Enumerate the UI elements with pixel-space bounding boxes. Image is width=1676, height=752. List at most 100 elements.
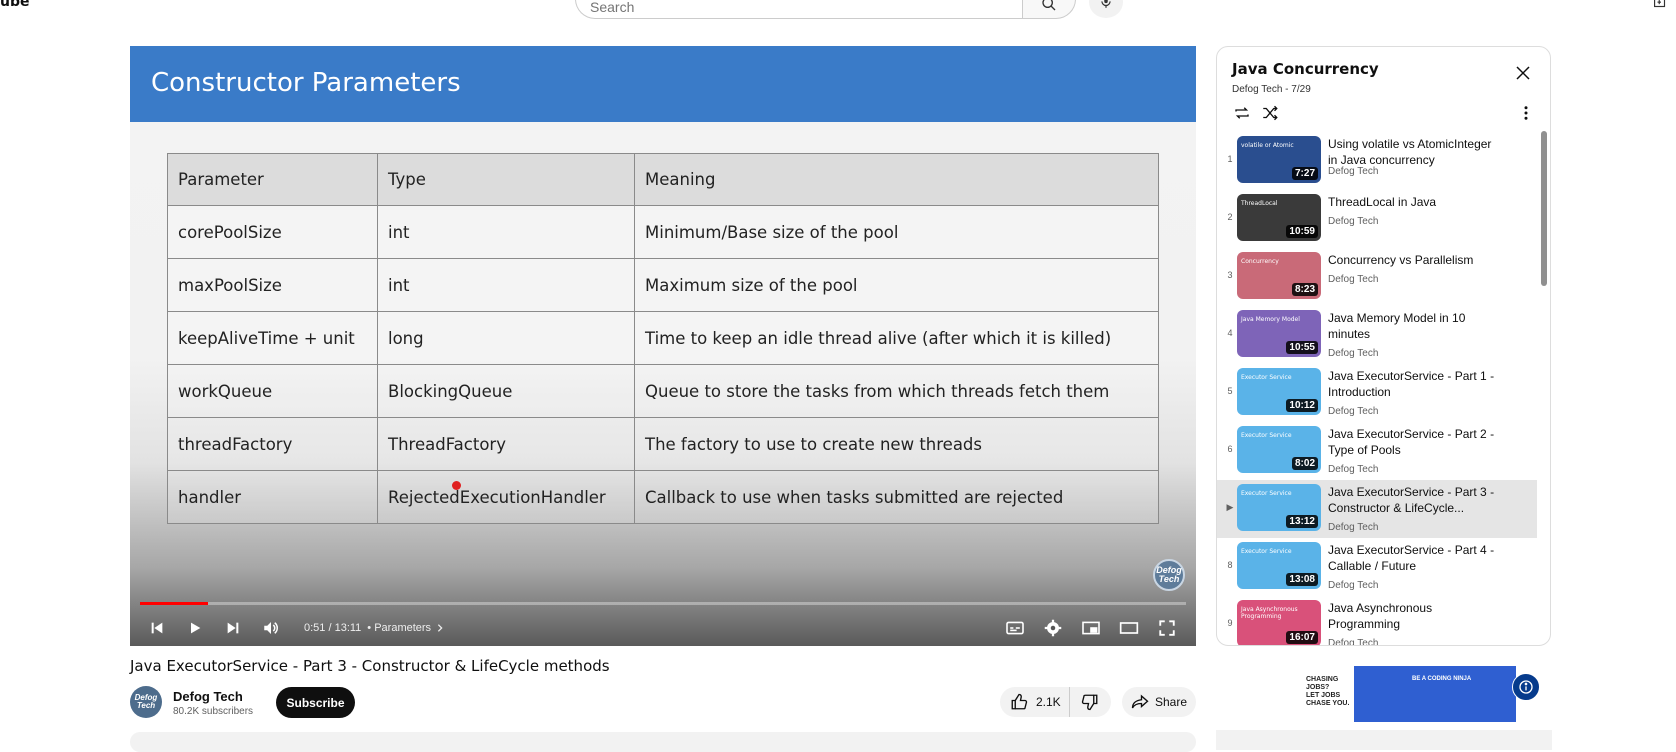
playlist-item-title[interactable]: Using volatile vs AtomicInteger in Java … bbox=[1328, 136, 1503, 168]
table-header-cell: Type bbox=[377, 153, 635, 206]
playlist-item[interactable]: ▶ Executor Service 13:12 Java ExecutorServi… bbox=[1217, 480, 1537, 538]
playlist-item-channel[interactable]: Defog Tech bbox=[1328, 216, 1378, 227]
theater-icon bbox=[1119, 621, 1139, 634]
table-header-cell: Parameter bbox=[167, 153, 378, 206]
ad-text-line: CHASING bbox=[1306, 676, 1339, 683]
close-playlist-button[interactable] bbox=[1514, 64, 1532, 87]
playlist-item[interactable]: 5 Executor Service 10:12 Java ExecutorServi… bbox=[1217, 364, 1537, 422]
miniplayer-icon bbox=[1082, 621, 1100, 634]
playlist-item-channel[interactable]: Defog Tech bbox=[1328, 580, 1378, 591]
video-thumbnail[interactable]: Concurrency 8:23 bbox=[1237, 252, 1321, 299]
like-button[interactable]: 2.1K bbox=[1000, 687, 1070, 717]
playlist-item[interactable]: 8 Executor Service 13:08 Java ExecutorServi… bbox=[1217, 538, 1537, 596]
dislike-button[interactable] bbox=[1070, 693, 1110, 711]
ad-info-button[interactable] bbox=[1512, 673, 1540, 701]
volume-button[interactable] bbox=[252, 613, 290, 643]
table-header-row: Parameter Type Meaning bbox=[167, 153, 1159, 206]
channel-watermark[interactable]: Defog Tech bbox=[1153, 559, 1185, 591]
playlist-items: 1 volatile or Atomic 7:27 Using volatile vs… bbox=[1217, 132, 1537, 645]
video-thumbnail[interactable]: Executor Service 8:02 bbox=[1237, 426, 1321, 473]
video-thumbnail[interactable]: Java Asynchronous Programming 16:07 bbox=[1237, 600, 1321, 645]
video-player[interactable]: Constructor Parameters Parameter Type Me… bbox=[130, 46, 1196, 646]
share-button[interactable]: Share bbox=[1122, 687, 1196, 717]
loop-button[interactable] bbox=[1232, 104, 1252, 127]
playlist-title[interactable]: Java Concurrency bbox=[1232, 60, 1379, 78]
settings-button[interactable] bbox=[1034, 613, 1072, 643]
slide-header: Constructor Parameters bbox=[130, 46, 1196, 122]
playlist-item-title[interactable]: ThreadLocal in Java bbox=[1328, 194, 1503, 210]
previous-icon bbox=[151, 622, 163, 633]
shuffle-button[interactable] bbox=[1260, 104, 1280, 127]
playlist-item-title[interactable]: Java ExecutorService - Part 3 - Construc… bbox=[1328, 484, 1503, 516]
table-cell: corePoolSize bbox=[167, 205, 378, 259]
channel-avatar[interactable]: Defog Tech bbox=[130, 686, 162, 718]
video-thumbnail[interactable]: volatile or Atomic 7:27 bbox=[1237, 136, 1321, 183]
table-cell: Callback to use when tasks submitted are… bbox=[634, 470, 1159, 524]
info-icon bbox=[1519, 680, 1533, 694]
playlist-item[interactable]: 1 volatile or Atomic 7:27 Using volatile vs… bbox=[1217, 132, 1537, 190]
video-thumbnail[interactable]: ThreadLocal 10:59 bbox=[1237, 194, 1321, 241]
theater-mode-button[interactable] bbox=[1110, 613, 1148, 643]
chapter-title[interactable]: • Parameters bbox=[367, 622, 431, 634]
thumbnail-label: Executor Service bbox=[1241, 374, 1292, 381]
playlist-item[interactable]: 3 Concurrency 8:23 Concurrency vs Paralleli… bbox=[1217, 248, 1537, 306]
duration-badge: 8:23 bbox=[1291, 283, 1318, 296]
video-thumbnail[interactable]: Executor Service 13:12 bbox=[1237, 484, 1321, 531]
playlist-item[interactable]: 9 Java Asynchronous Programming 16:07 Java … bbox=[1217, 596, 1537, 645]
playlist-item-title[interactable]: Java Memory Model in 10 minutes bbox=[1328, 310, 1503, 342]
table-cell: keepAliveTime + unit bbox=[167, 311, 378, 365]
playlist-item-channel[interactable]: Defog Tech bbox=[1328, 522, 1378, 533]
playlist-item[interactable]: 6 Executor Service 8:02 Java ExecutorServic… bbox=[1217, 422, 1537, 480]
fullscreen-button[interactable] bbox=[1148, 613, 1186, 643]
previous-button[interactable] bbox=[138, 613, 176, 643]
subtitles-icon bbox=[1006, 621, 1024, 634]
playlist-item-channel[interactable]: Defog Tech bbox=[1328, 464, 1378, 475]
next-icon bbox=[227, 622, 239, 633]
playlist-item-index: 2 bbox=[1227, 212, 1233, 222]
progress-bar[interactable] bbox=[140, 602, 1186, 605]
subscriber-count: 80.2K subscribers bbox=[173, 706, 254, 717]
video-thumbnail[interactable]: Executor Service 13:08 bbox=[1237, 542, 1321, 589]
playlist-item-channel[interactable]: Defog Tech bbox=[1328, 638, 1378, 645]
playlist-item-channel[interactable]: Defog Tech bbox=[1328, 348, 1378, 359]
next-button[interactable] bbox=[214, 613, 252, 643]
channel-name[interactable]: Defog Tech bbox=[173, 689, 243, 704]
ad-banner[interactable]: CHASING JOBS? LET JOBS CHASE YOU. BE A C… bbox=[1216, 666, 1552, 726]
duration-badge: 10:55 bbox=[1286, 341, 1318, 354]
thumbnail-label: Java Asynchronous Programming bbox=[1241, 606, 1298, 620]
chevron-right-icon[interactable] bbox=[435, 623, 445, 633]
voice-search-button[interactable] bbox=[1089, 0, 1123, 18]
playlist-item-title[interactable]: Java ExecutorService - Part 2 - Type of … bbox=[1328, 426, 1503, 458]
playlist-item[interactable]: 4 Java Memory Model 10:55 Java Memory Model… bbox=[1217, 306, 1537, 364]
miniplayer-button[interactable] bbox=[1072, 613, 1110, 643]
search-icon bbox=[1042, 0, 1056, 10]
description-box[interactable] bbox=[130, 732, 1196, 752]
ad-text: CHASING JOBS? LET JOBS CHASE YOU. bbox=[1306, 676, 1349, 708]
playlist-item-title[interactable]: Java ExecutorService - Part 1 - Introduc… bbox=[1328, 368, 1503, 400]
playlist-item-index: 5 bbox=[1227, 386, 1233, 396]
video-thumbnail[interactable]: Java Memory Model 10:55 bbox=[1237, 310, 1321, 357]
playlist-item-channel[interactable]: Defog Tech bbox=[1328, 166, 1378, 177]
playlist-scrollbar[interactable] bbox=[1541, 131, 1547, 286]
more-options-button[interactable] bbox=[1523, 104, 1529, 127]
ad-text-line: LET JOBS bbox=[1306, 692, 1341, 699]
playlist-item-title[interactable]: Java ExecutorService - Part 4 - Callable… bbox=[1328, 542, 1503, 574]
youtube-logo[interactable]: ube bbox=[0, 0, 29, 10]
table-row: corePoolSize int Minimum/Base size of th… bbox=[167, 205, 1159, 259]
video-thumbnail[interactable]: Executor Service 10:12 bbox=[1237, 368, 1321, 415]
playlist-item[interactable]: 2 ThreadLocal 10:59 ThreadLocal in Java Defo… bbox=[1217, 190, 1537, 248]
search-box[interactable] bbox=[575, 0, 1024, 19]
playlist-item-channel[interactable]: Defog Tech bbox=[1328, 274, 1378, 285]
search-button[interactable] bbox=[1022, 0, 1076, 19]
playlist-item-title[interactable]: Concurrency vs Parallelism bbox=[1328, 252, 1503, 268]
playlist-item-title[interactable]: Java Asynchronous Programming bbox=[1328, 600, 1503, 632]
subscribe-button[interactable]: Subscribe bbox=[276, 687, 355, 718]
search-input[interactable] bbox=[590, 0, 990, 15]
playlist-item-channel[interactable]: Defog Tech bbox=[1328, 406, 1378, 417]
ad-text-line: CHASE YOU. bbox=[1306, 700, 1350, 707]
play-button[interactable] bbox=[176, 613, 214, 643]
playlist-panel: Java Concurrency Defog Tech - 7/29 1 vola… bbox=[1216, 46, 1551, 646]
subtitles-button[interactable] bbox=[996, 613, 1034, 643]
create-icon[interactable] bbox=[1654, 0, 1668, 14]
ad-image: BE A CODING NINJA bbox=[1354, 666, 1516, 722]
